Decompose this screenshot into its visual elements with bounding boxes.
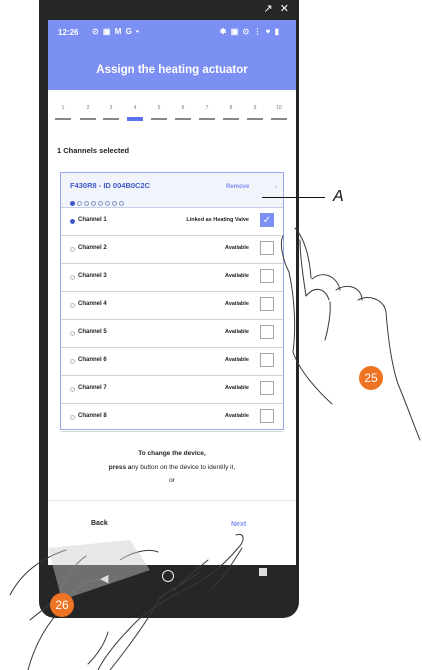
step-badge-26: 26 [50,593,74,617]
pointing-hand-right-icon [280,227,421,441]
hand-illustrations [9,227,421,670]
callout-label: A [333,188,344,205]
hand-shading [48,540,150,600]
callout-line [262,197,325,198]
step-badge-25: 25 [359,366,383,390]
